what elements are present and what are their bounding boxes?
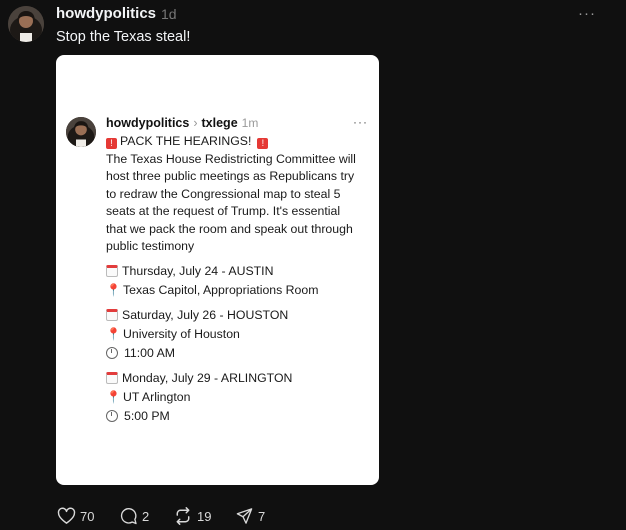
embedded-target: txlege — [201, 116, 238, 130]
more-options-icon[interactable]: ··· — [578, 5, 596, 22]
event-date: Thursday, July 24 - AUSTIN — [122, 264, 274, 278]
comment-count: 2 — [142, 508, 150, 524]
pin-icon: 📍 — [106, 283, 121, 297]
body-line: host three public meetings as Republican… — [106, 169, 355, 183]
embedded-header: howdypolitics › txlege 1m — [106, 116, 258, 130]
pin-icon: 📍 — [106, 390, 121, 404]
avatar[interactable] — [8, 6, 44, 42]
event-date-row: Monday, July 29 - ARLINGTON — [106, 371, 292, 385]
action-bar: 70 2 19 7 — [0, 507, 626, 527]
pin-icon: 📍 — [106, 327, 121, 341]
body-line: that we pack the room and speak out thro… — [106, 222, 353, 236]
calendar-icon — [106, 372, 118, 384]
embedded-image[interactable]: howdypolitics › txlege 1m ··· ! PACK THE HEA… — [56, 55, 379, 485]
repost-button[interactable]: 19 — [173, 507, 211, 525]
event-time: 11:00 AM — [124, 346, 176, 360]
like-count: 70 — [80, 508, 95, 524]
event-date-row: Saturday, July 26 - HOUSTON — [106, 308, 288, 322]
embedded-avatar — [66, 117, 96, 147]
embedded-headline: PACK THE HEARINGS! — [120, 134, 252, 148]
embedded-more-icon: ··· — [353, 115, 368, 129]
siren-icon: ! — [257, 138, 269, 149]
comment-icon — [120, 508, 137, 525]
event-place: University of Houston — [123, 327, 240, 341]
share-icon — [236, 508, 253, 524]
body-line: seats at the request of Trump. It's esse… — [106, 204, 341, 218]
event-time-row: 5:00 PM — [106, 409, 170, 423]
embedded-headline-row: ! PACK THE HEARINGS!! — [106, 134, 271, 149]
like-button[interactable]: 70 — [57, 507, 94, 525]
event-date: Saturday, July 26 - HOUSTON — [122, 308, 289, 322]
post-text: Stop the Texas steal! — [56, 29, 191, 45]
repost-count: 19 — [197, 508, 212, 524]
body-line: The Texas House Redistricting Committee … — [106, 152, 356, 166]
embedded-timestamp: 1m — [241, 116, 259, 130]
heart-icon — [57, 507, 76, 524]
calendar-icon — [106, 265, 118, 277]
event-time-row: 11:00 AM — [106, 346, 175, 360]
body-line: to redraw the Congressional map to steal… — [106, 187, 341, 201]
post-username[interactable]: howdypolitics — [56, 5, 156, 22]
siren-icon: ! — [106, 138, 117, 149]
event-place: UT Arlington — [123, 390, 191, 404]
clock-icon — [106, 347, 118, 359]
event-place-row: 📍 University of Houston — [106, 327, 240, 341]
clock-icon — [106, 410, 118, 422]
event-date-row: Thursday, July 24 - AUSTIN — [106, 264, 273, 278]
event-time: 5:00 PM — [124, 409, 170, 423]
event-place-row: 📍 Texas Capitol, Appropriations Room — [106, 283, 318, 297]
share-count: 7 — [258, 508, 266, 524]
body-line: public testimony — [106, 239, 195, 253]
repost-icon — [176, 507, 190, 525]
calendar-icon — [106, 309, 118, 321]
event-place: Texas Capitol, Appropriations Room — [123, 283, 319, 297]
embedded-username: howdypolitics — [106, 116, 190, 130]
post-timestamp: 1d — [161, 6, 177, 22]
embedded-separator: › — [193, 116, 198, 130]
event-place-row: 📍 UT Arlington — [106, 390, 190, 404]
share-button[interactable]: 7 — [235, 507, 265, 525]
comment-button[interactable]: 2 — [119, 507, 149, 525]
event-date: Monday, July 29 - ARLINGTON — [122, 371, 293, 385]
